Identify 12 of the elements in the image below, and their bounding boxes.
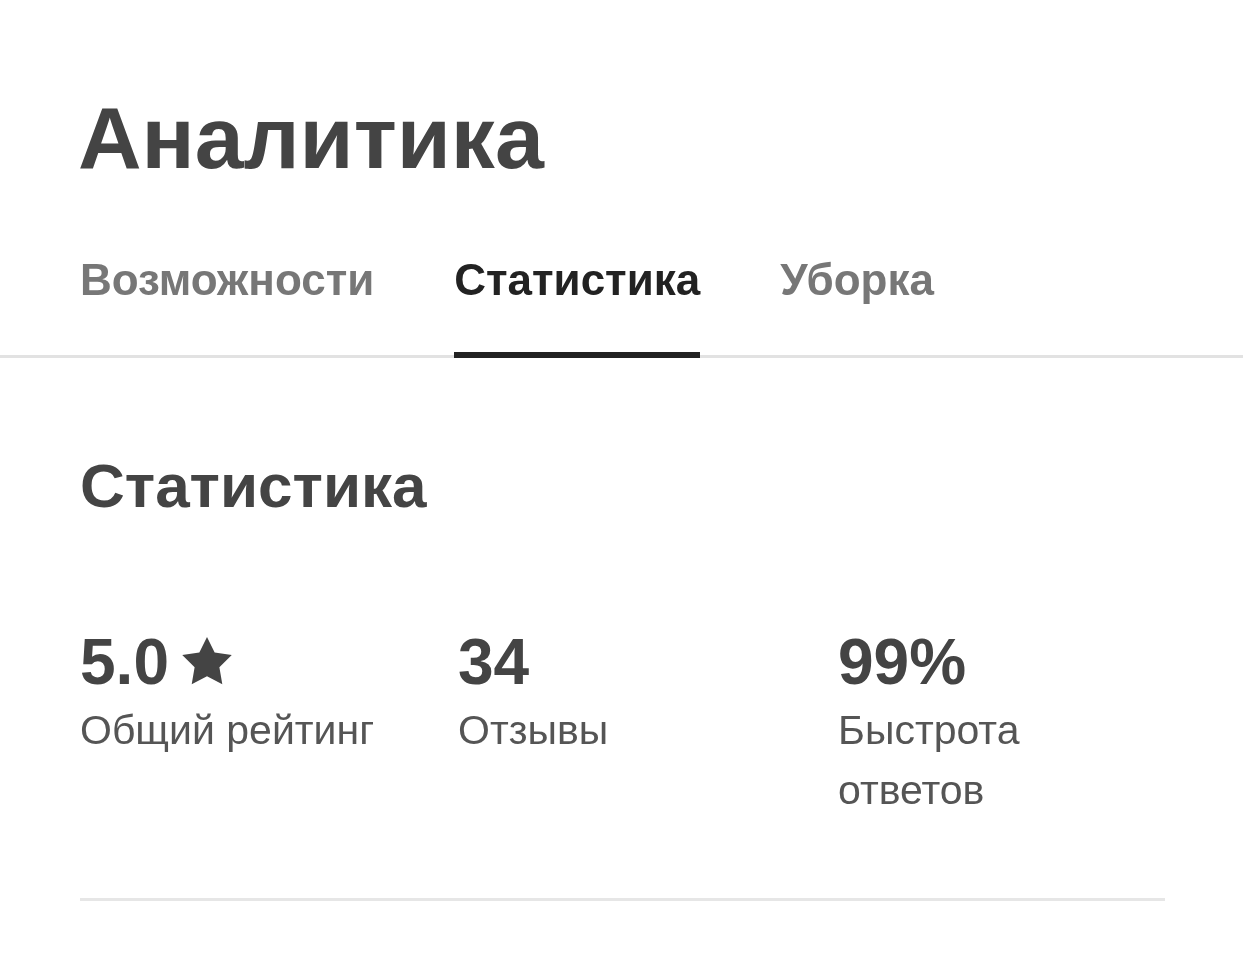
tab[interactable]: Возможности: [80, 256, 375, 358]
section-title: Статистика: [80, 450, 428, 522]
stat-value: 99%: [838, 626, 967, 698]
stat-label: Отзывы: [458, 706, 609, 755]
page-title: Аналитика: [78, 88, 546, 188]
tab[interactable]: Статистика: [454, 256, 701, 358]
stat-label: Быстрота ответов: [838, 706, 1021, 815]
star-icon: [180, 637, 233, 687]
stat-label: Общий рейтинг: [80, 706, 375, 755]
tab[interactable]: Уборка: [780, 256, 934, 358]
stat-value: 5.0: [80, 626, 169, 698]
stat-value: 34: [458, 626, 530, 698]
